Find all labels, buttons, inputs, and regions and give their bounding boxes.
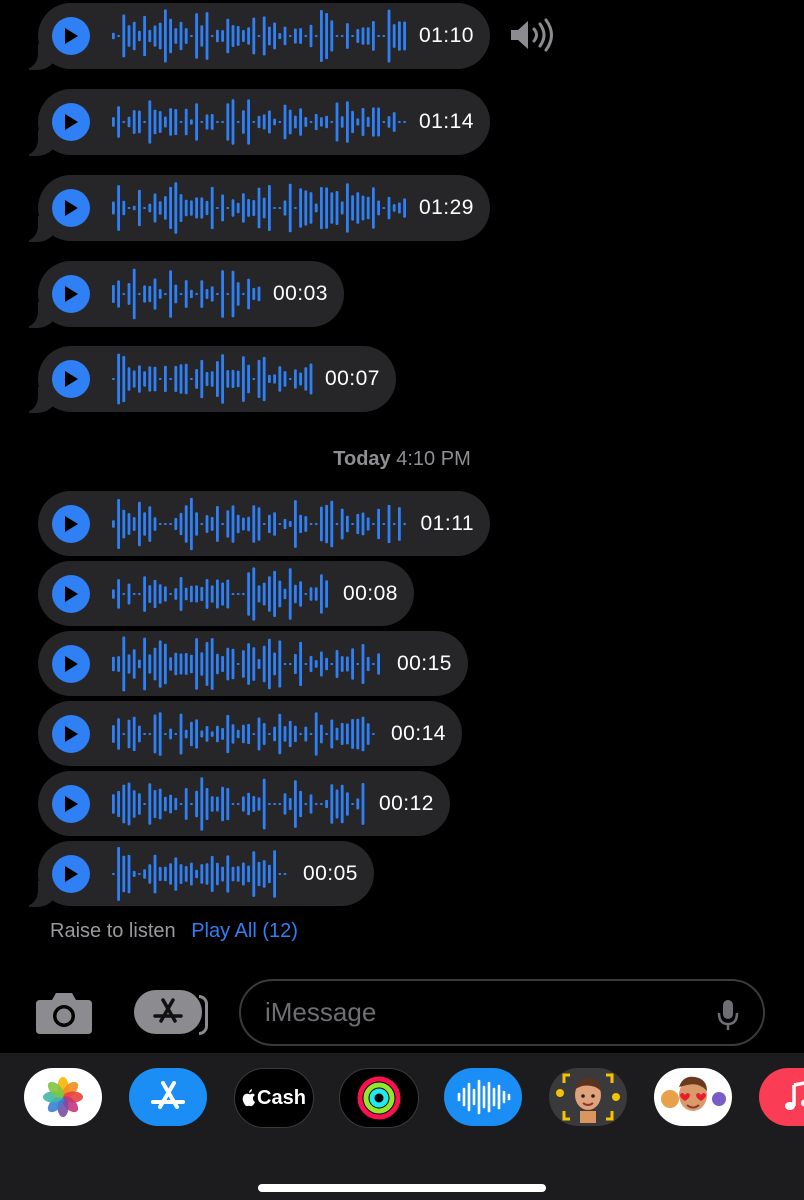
play-icon — [65, 515, 78, 532]
conversation-timestamp: Today 4:10 PM — [0, 448, 804, 471]
play-icon — [65, 200, 78, 216]
play-icon — [65, 655, 78, 672]
waveform[interactable] — [112, 562, 333, 626]
audio-message-bubble[interactable]: 00:12 — [38, 771, 450, 836]
play-icon — [65, 725, 78, 742]
app-store-app-icon[interactable] — [129, 1068, 207, 1126]
waveform[interactable] — [112, 347, 315, 411]
raise-to-listen-label: Raise to listen — [50, 920, 176, 942]
timestamp-time: 4:10 PM — [396, 448, 471, 470]
memoji-stickers-app-icon[interactable] — [654, 1068, 732, 1126]
play-icon — [65, 865, 78, 882]
photos-app-icon[interactable] — [24, 1068, 102, 1126]
waveform[interactable] — [112, 262, 263, 326]
waveform[interactable] — [112, 4, 409, 68]
audio-message-bubble[interactable]: 00:03 — [16, 261, 344, 328]
waveform[interactable] — [112, 702, 381, 766]
audio-message-bubble[interactable]: 00:07 — [16, 346, 396, 413]
play-button[interactable] — [52, 714, 90, 753]
play-button[interactable] — [52, 784, 90, 823]
app-drawer: Cash — [0, 1053, 804, 1200]
waveform[interactable] — [112, 492, 411, 556]
app-store-button[interactable] — [134, 990, 208, 1035]
play-button[interactable] — [52, 644, 90, 683]
play-button[interactable] — [52, 189, 90, 227]
duration-label: 01:29 — [418, 196, 474, 219]
camera-icon[interactable] — [34, 990, 94, 1036]
play-button[interactable] — [52, 17, 90, 55]
timestamp-day: Today — [333, 448, 391, 470]
play-icon — [65, 585, 78, 602]
play-icon — [65, 114, 78, 130]
play-button[interactable] — [52, 275, 90, 313]
imessage-input[interactable]: iMessage — [239, 979, 765, 1046]
duration-label: 00:12 — [378, 791, 434, 815]
audio-message-bubble[interactable]: 00:15 — [38, 631, 468, 696]
play-button[interactable] — [52, 854, 90, 893]
duration-label: 00:03 — [272, 282, 328, 305]
audio-message-bubble[interactable]: 00:05 — [16, 841, 374, 907]
play-button[interactable] — [52, 103, 90, 141]
waveform[interactable] — [112, 176, 409, 240]
audio-message-bubble[interactable]: 01:10 — [16, 3, 490, 70]
play-icon — [65, 28, 78, 44]
activity-app-icon[interactable] — [339, 1068, 419, 1128]
duration-label: 01:14 — [418, 110, 474, 133]
play-icon — [65, 795, 78, 812]
audio-message-bubble[interactable]: 01:29 — [16, 175, 490, 242]
play-icon — [65, 286, 78, 302]
imessage-placeholder: iMessage — [265, 997, 377, 1027]
audio-message-bubble[interactable]: 01:11 — [38, 491, 490, 556]
waveform[interactable] — [112, 772, 369, 836]
microphone-icon[interactable] — [717, 999, 739, 1036]
audio-message-app-icon[interactable] — [444, 1068, 522, 1126]
play-button[interactable] — [52, 504, 90, 543]
audio-message-bubble[interactable]: 01:14 — [16, 89, 490, 156]
waveform[interactable] — [112, 632, 387, 696]
apple-cash-app-icon[interactable]: Cash — [234, 1068, 314, 1128]
apple-logo-icon — [242, 1089, 256, 1107]
raise-to-listen-row: Raise to listen Play All (12) — [50, 920, 298, 943]
memoji-app-icon[interactable] — [549, 1068, 627, 1126]
waveform-icon — [457, 1079, 511, 1115]
play-icon — [65, 371, 78, 387]
play-button[interactable] — [52, 574, 90, 613]
waveform[interactable] — [112, 842, 293, 906]
speaker-icon[interactable] — [508, 18, 556, 57]
audio-message-bubble[interactable]: 00:14 — [38, 701, 462, 766]
duration-label: 00:08 — [342, 581, 398, 605]
duration-label: 00:07 — [324, 367, 380, 390]
play-all-button[interactable]: Play All (12) — [191, 920, 298, 942]
home-indicator[interactable] — [258, 1184, 546, 1192]
play-button[interactable] — [52, 360, 90, 398]
music-app-icon[interactable] — [759, 1068, 804, 1126]
app-store-icon — [153, 998, 183, 1023]
duration-label: 00:05 — [302, 861, 358, 885]
duration-label: 01:10 — [418, 24, 474, 47]
cash-label: Cash — [257, 1086, 306, 1109]
waveform[interactable] — [112, 90, 409, 154]
audio-message-bubble[interactable]: 00:08 — [38, 561, 414, 626]
duration-label: 00:14 — [390, 721, 446, 745]
duration-label: 01:11 — [420, 511, 474, 535]
duration-label: 00:15 — [396, 651, 452, 675]
